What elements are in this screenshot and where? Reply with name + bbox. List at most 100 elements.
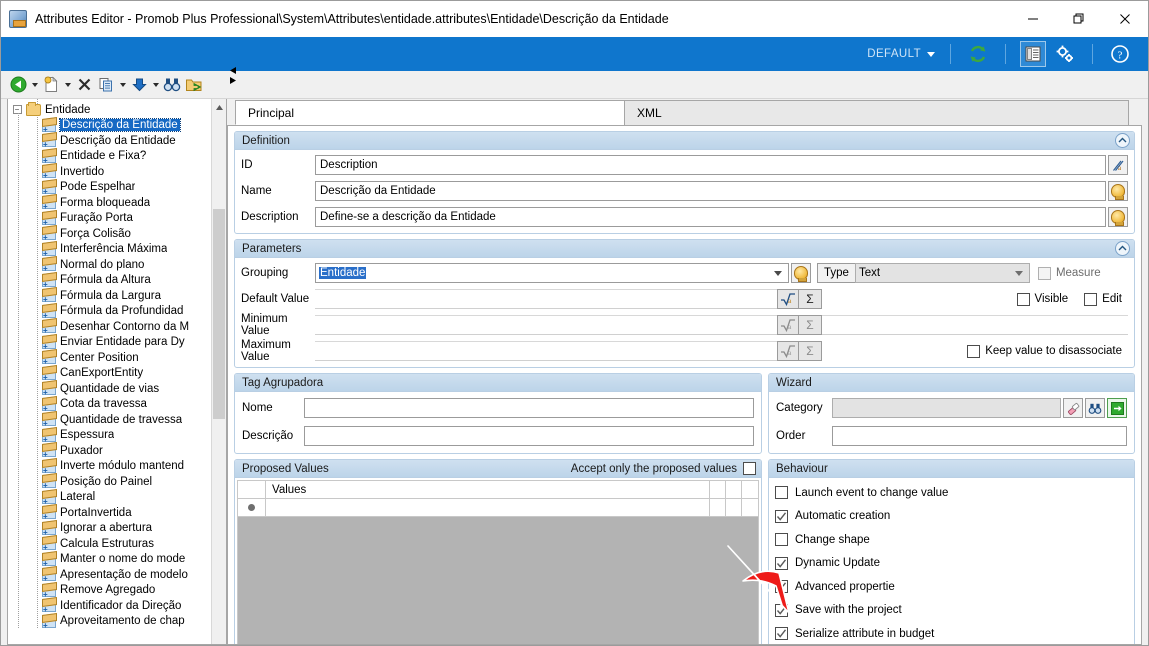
- help-icon[interactable]: ?: [1107, 41, 1133, 67]
- accept-only-checkbox[interactable]: [743, 462, 756, 475]
- tree-item-16[interactable]: CanExportEntity: [8, 366, 226, 382]
- tree-item-22[interactable]: Inverte módulo mantend: [8, 459, 226, 475]
- collapse-icon[interactable]: −: [12, 105, 22, 115]
- panel-icon[interactable]: [1020, 41, 1046, 67]
- tree-item-27[interactable]: Calcula Estruturas: [8, 536, 226, 552]
- behaviour-item-0[interactable]: Launch event to change value: [769, 481, 1134, 505]
- grouping-translate-button[interactable]: [791, 263, 811, 283]
- behaviour-checkbox-3[interactable]: [775, 556, 788, 570]
- behaviour-checkbox-6[interactable]: [775, 627, 788, 641]
- name-input[interactable]: Descrição da Entidade: [315, 181, 1106, 201]
- close-button[interactable]: [1102, 1, 1148, 37]
- edit-checkbox[interactable]: Edit: [1084, 292, 1122, 306]
- tag-nome-input[interactable]: [304, 398, 754, 418]
- behaviour-item-3[interactable]: Dynamic Update: [769, 552, 1134, 576]
- copy-icon[interactable]: [95, 73, 117, 97]
- type-combobox[interactable]: Text: [854, 263, 1030, 283]
- tab-principal[interactable]: Principal: [235, 100, 625, 125]
- tree-item-0[interactable]: Descrição da Entidade: [8, 118, 226, 134]
- tree-item-12[interactable]: Fórmula da Profundidad: [8, 304, 226, 320]
- behaviour-item-6[interactable]: Serialize attribute in budget: [769, 622, 1134, 644]
- tree-item-3[interactable]: Invertido: [8, 164, 226, 180]
- behaviour-item-4[interactable]: Advanced propertie: [769, 575, 1134, 599]
- behaviour-checkbox-2[interactable]: [775, 533, 788, 547]
- down-arrow-icon[interactable]: [128, 73, 150, 97]
- tree-item-21[interactable]: Puxador: [8, 443, 226, 459]
- tree-item-24[interactable]: Lateral: [8, 490, 226, 506]
- measure-checkbox[interactable]: Measure: [1037, 266, 1101, 280]
- tag-descricao-input[interactable]: [304, 426, 754, 446]
- profile-selector[interactable]: DEFAULT: [867, 48, 935, 60]
- tree-item-2[interactable]: Entidade e Fixa?: [8, 149, 226, 165]
- tree-scrollbar[interactable]: [211, 99, 226, 644]
- binoculars-icon[interactable]: [1085, 398, 1105, 418]
- tree-item-25[interactable]: PortaInvertida: [8, 505, 226, 521]
- tree-item-31[interactable]: Identificador da Direção: [8, 598, 226, 614]
- maximum-value-sum-button[interactable]: Σ: [798, 341, 822, 361]
- scroll-up-icon[interactable]: [212, 99, 226, 115]
- tree-item-13[interactable]: Desenhar Contorno da M: [8, 319, 226, 335]
- minimum-value-sum-button[interactable]: Σ: [798, 315, 822, 335]
- minimize-button[interactable]: [1010, 1, 1056, 37]
- visible-checkbox[interactable]: Visible: [1016, 292, 1068, 306]
- parameters-collapse-icon[interactable]: [1115, 241, 1130, 256]
- export-icon[interactable]: [183, 73, 205, 97]
- grid-cell-value[interactable]: [266, 499, 710, 517]
- default-value-sum-button[interactable]: Σ: [798, 289, 822, 309]
- tree-item-30[interactable]: Remove Agregado: [8, 583, 226, 599]
- tab-xml[interactable]: XML: [624, 100, 1129, 125]
- tree-item-10[interactable]: Fórmula da Altura: [8, 273, 226, 289]
- tree-item-28[interactable]: Manter o nome do mode: [8, 552, 226, 568]
- id-picker-button[interactable]: a: [1108, 155, 1128, 175]
- tree-item-4[interactable]: Pode Espelhar: [8, 180, 226, 196]
- minimum-value-input[interactable]: [315, 315, 777, 335]
- tree-item-17[interactable]: Quantidade de vias: [8, 381, 226, 397]
- behaviour-item-5[interactable]: Save with the project: [769, 599, 1134, 623]
- name-translate-button[interactable]: [1108, 181, 1128, 201]
- grouping-combobox[interactable]: Entidade: [315, 263, 789, 283]
- behaviour-checkbox-0[interactable]: [775, 486, 788, 500]
- id-input[interactable]: Description: [315, 155, 1106, 175]
- tree-item-9[interactable]: Normal do plano: [8, 257, 226, 273]
- eraser-icon[interactable]: [1063, 398, 1083, 418]
- tree-item-18[interactable]: Cota da travessa: [8, 397, 226, 413]
- behaviour-item-1[interactable]: Automatic creation: [769, 505, 1134, 529]
- back-icon[interactable]: [7, 73, 29, 97]
- tree-item-11[interactable]: Fórmula da Largura: [8, 288, 226, 304]
- copy-dropdown-icon[interactable]: [117, 73, 128, 97]
- find-icon[interactable]: [161, 73, 183, 97]
- tree-item-5[interactable]: Forma bloqueada: [8, 195, 226, 211]
- new-document-icon[interactable]: [40, 73, 62, 97]
- splitter-handle[interactable]: [227, 65, 239, 87]
- behaviour-checkbox-1[interactable]: [775, 509, 788, 523]
- description-translate-button[interactable]: [1108, 207, 1128, 227]
- tree-item-1[interactable]: Descrição da Entidade: [8, 133, 226, 149]
- behaviour-checkbox-4[interactable]: [775, 580, 788, 594]
- refresh-icon[interactable]: [965, 41, 991, 67]
- keep-value-checkbox[interactable]: Keep value to disassociate: [967, 344, 1122, 358]
- maximum-value-formula-button[interactable]: a: [777, 341, 799, 361]
- new-dropdown-icon[interactable]: [62, 73, 73, 97]
- default-value-input[interactable]: [315, 289, 777, 309]
- scrollbar-thumb[interactable]: [213, 209, 225, 419]
- green-arrow-icon[interactable]: [1107, 398, 1127, 418]
- tree-item-8[interactable]: Interferência Máxima: [8, 242, 226, 258]
- behaviour-item-2[interactable]: Change shape: [769, 528, 1134, 552]
- description-input[interactable]: Define-se a descrição da Entidade: [315, 207, 1106, 227]
- tree-item-32[interactable]: Aproveitamento de chap: [8, 614, 226, 630]
- back-dropdown-icon[interactable]: [29, 73, 40, 97]
- tree-item-19[interactable]: Quantidade de travessa: [8, 412, 226, 428]
- tree-item-14[interactable]: Enviar Entidade para Dy: [8, 335, 226, 351]
- wizard-category-input[interactable]: [832, 398, 1061, 418]
- tree-node-root[interactable]: − Entidade: [8, 101, 226, 118]
- delete-icon[interactable]: [73, 73, 95, 97]
- restore-button[interactable]: [1056, 1, 1102, 37]
- definition-collapse-icon[interactable]: [1115, 133, 1130, 148]
- tree-item-26[interactable]: Ignorar a abertura: [8, 521, 226, 537]
- wizard-order-input[interactable]: [832, 426, 1127, 446]
- behaviour-checkbox-5[interactable]: [775, 603, 788, 617]
- tree-item-15[interactable]: Center Position: [8, 350, 226, 366]
- gears-icon[interactable]: [1052, 41, 1078, 67]
- tree-item-6[interactable]: Furação Porta: [8, 211, 226, 227]
- minimum-value-formula-button[interactable]: a: [777, 315, 799, 335]
